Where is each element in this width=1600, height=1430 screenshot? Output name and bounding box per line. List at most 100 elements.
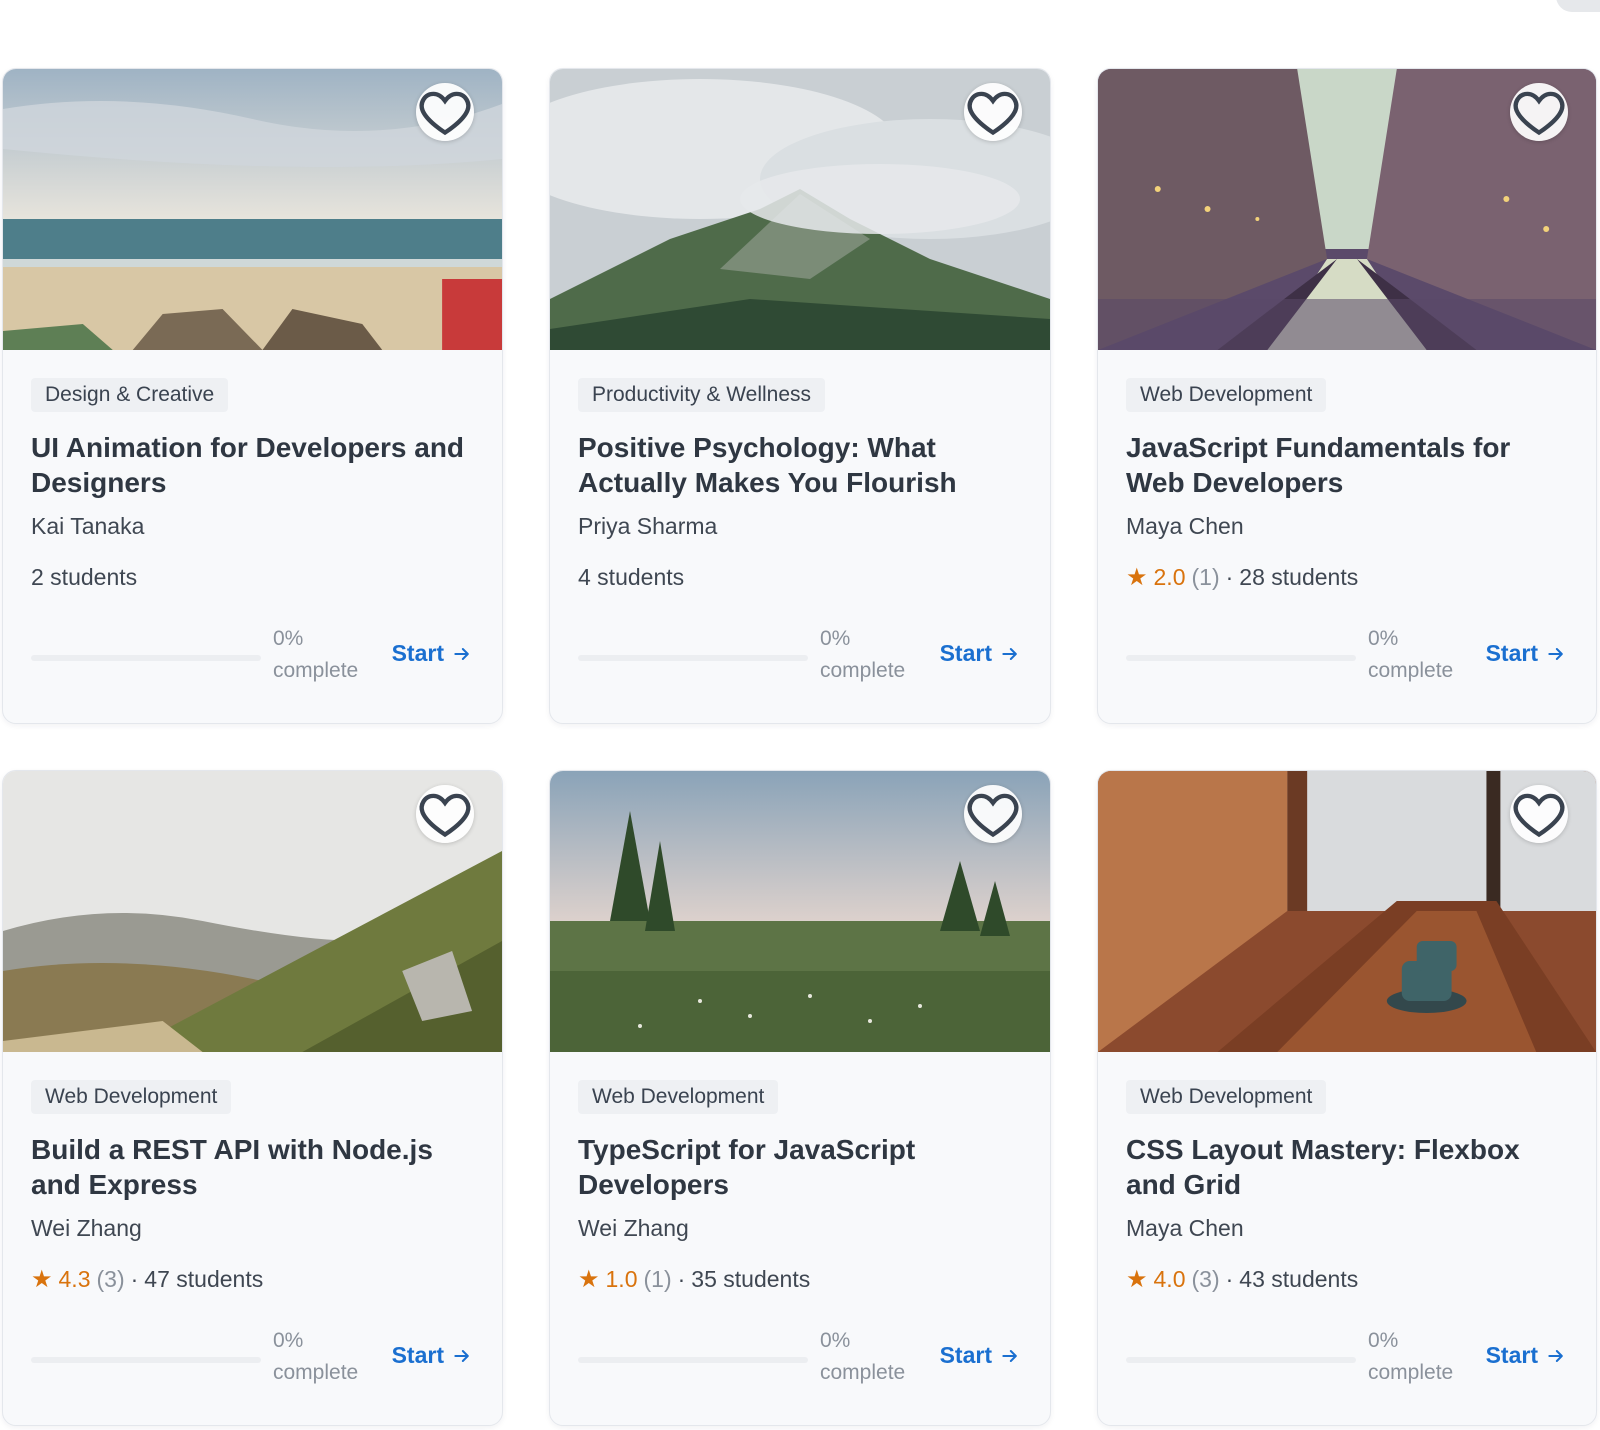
course-title[interactable]: Build a REST API with Node.js and Expres… <box>31 1132 474 1202</box>
heart-icon <box>419 91 471 136</box>
category-badge: Web Development <box>1126 1080 1327 1114</box>
course-card[interactable]: Web Development TypeScript for JavaScrip… <box>549 770 1051 1426</box>
category-badge: Web Development <box>1126 378 1327 412</box>
start-button[interactable]: Start <box>1486 640 1566 667</box>
start-label: Start <box>939 1342 992 1368</box>
course-card[interactable]: Productivity & Wellness Positive Psychol… <box>549 68 1051 724</box>
course-title[interactable]: CSS Layout Mastery: Flexbox and Grid <box>1126 1132 1568 1202</box>
instructor-name: Wei Zhang <box>31 1215 142 1241</box>
rating-value: 4.3 <box>58 1265 91 1292</box>
category-badge: Productivity & Wellness <box>578 378 826 412</box>
course-meta: 2 students <box>31 563 474 591</box>
course-grid: Design & Creative UI Animation for Devel… <box>2 68 1597 1426</box>
arrow-right-icon <box>1002 1349 1017 1362</box>
progress-footer: 0% complete Start <box>31 1325 474 1389</box>
progress-bar <box>578 1357 808 1363</box>
progress-percent: 0% <box>1368 627 1399 650</box>
progress-text: 0% complete <box>1368 1325 1478 1389</box>
favorite-button[interactable] <box>416 83 474 141</box>
star-icon: ★ <box>31 1265 53 1293</box>
meta-separator: · <box>130 1265 139 1292</box>
course-meta: ★ 2.0 (1) · 28 students <box>1126 563 1568 591</box>
progress-suffix: complete <box>1368 659 1454 682</box>
progress-text: 0% complete <box>1368 623 1478 687</box>
heart-icon <box>967 91 1019 136</box>
arrow-right-icon <box>1548 647 1563 660</box>
progress-footer: 0% complete Start <box>1126 623 1568 687</box>
progress-suffix: complete <box>820 659 906 682</box>
favorite-button[interactable] <box>964 785 1022 843</box>
course-title[interactable]: JavaScript Fundamentals for Web Develope… <box>1126 430 1568 500</box>
instructor-name: Maya Chen <box>1126 1215 1244 1241</box>
student-count: 2 students <box>31 563 138 590</box>
course-title[interactable]: UI Animation for Developers and Designer… <box>31 430 474 500</box>
course-meta: 4 students <box>578 563 1022 591</box>
student-count: 43 students <box>1239 1265 1359 1292</box>
progress-bar <box>578 655 808 661</box>
rating-count: (1) <box>1191 563 1220 590</box>
favorite-button[interactable] <box>1510 785 1568 843</box>
course-card[interactable]: Web Development JavaScript Fundamentals … <box>1097 68 1597 724</box>
arrow-right-icon <box>1002 647 1017 660</box>
category-badge: Web Development <box>578 1080 779 1114</box>
course-thumbnail <box>550 771 1050 1052</box>
instructor-name: Wei Zhang <box>578 1215 689 1241</box>
course-title[interactable]: TypeScript for JavaScript Developers <box>578 1132 1022 1202</box>
arrow-right-icon <box>454 1349 469 1362</box>
course-card[interactable]: Web Development CSS Layout Mastery: Flex… <box>1097 770 1597 1426</box>
course-card[interactable]: Web Development Build a REST API with No… <box>2 770 503 1426</box>
rating-count: (1) <box>643 1265 672 1292</box>
star-icon: ★ <box>1126 563 1148 591</box>
instructor-name: Maya Chen <box>1126 513 1244 539</box>
start-button[interactable]: Start <box>1486 1342 1566 1369</box>
course-title[interactable]: Positive Psychology: What Actually Makes… <box>578 430 1022 500</box>
progress-footer: 0% complete Start <box>31 623 474 687</box>
start-button[interactable]: Start <box>392 1342 472 1369</box>
heart-icon <box>1513 91 1565 136</box>
progress-text: 0% complete <box>273 1325 383 1389</box>
meta-separator: · <box>1225 1265 1234 1292</box>
course-meta: ★ 4.0 (3) · 43 students <box>1126 1265 1568 1293</box>
rating-count: (3) <box>96 1265 125 1292</box>
progress-bar <box>1126 1357 1356 1363</box>
heart-icon <box>1513 793 1565 838</box>
start-button[interactable]: Start <box>392 640 472 667</box>
student-count: 47 students <box>144 1265 264 1292</box>
meta-separator: · <box>1225 563 1234 590</box>
start-button[interactable]: Start <box>940 640 1020 667</box>
heart-icon <box>419 793 471 838</box>
category-badge: Web Development <box>31 1080 232 1114</box>
progress-footer: 0% complete Start <box>578 1325 1022 1389</box>
progress-percent: 0% <box>273 627 304 650</box>
student-count: 28 students <box>1239 563 1359 590</box>
progress-bar <box>1126 655 1356 661</box>
progress-percent: 0% <box>1368 1329 1399 1352</box>
student-count: 35 students <box>691 1265 811 1292</box>
instructor-name: Kai Tanaka <box>31 513 145 539</box>
course-meta: ★ 1.0 (1) · 35 students <box>578 1265 1022 1293</box>
start-label: Start <box>1485 640 1538 666</box>
start-label: Start <box>391 640 444 666</box>
instructor-name: Priya Sharma <box>578 513 718 539</box>
rating-value: 2.0 <box>1153 563 1186 590</box>
favorite-button[interactable] <box>416 785 474 843</box>
start-label: Start <box>1485 1342 1538 1368</box>
course-meta: ★ 4.3 (3) · 47 students <box>31 1265 474 1293</box>
favorite-button[interactable] <box>1510 83 1568 141</box>
progress-percent: 0% <box>820 627 851 650</box>
course-card[interactable]: Design & Creative UI Animation for Devel… <box>2 68 503 724</box>
start-label: Start <box>391 1342 444 1368</box>
progress-bar <box>31 1357 261 1363</box>
progress-percent: 0% <box>273 1329 304 1352</box>
meta-separator: · <box>677 1265 686 1292</box>
rating-count: (3) <box>1191 1265 1220 1292</box>
top-right-shape <box>1556 0 1600 12</box>
progress-text: 0% complete <box>820 1325 930 1389</box>
star-icon: ★ <box>1126 1265 1148 1293</box>
progress-text: 0% complete <box>273 623 383 687</box>
favorite-button[interactable] <box>964 83 1022 141</box>
student-count: 4 students <box>578 563 685 590</box>
start-button[interactable]: Start <box>940 1342 1020 1369</box>
heart-icon <box>967 793 1019 838</box>
start-label: Start <box>939 640 992 666</box>
